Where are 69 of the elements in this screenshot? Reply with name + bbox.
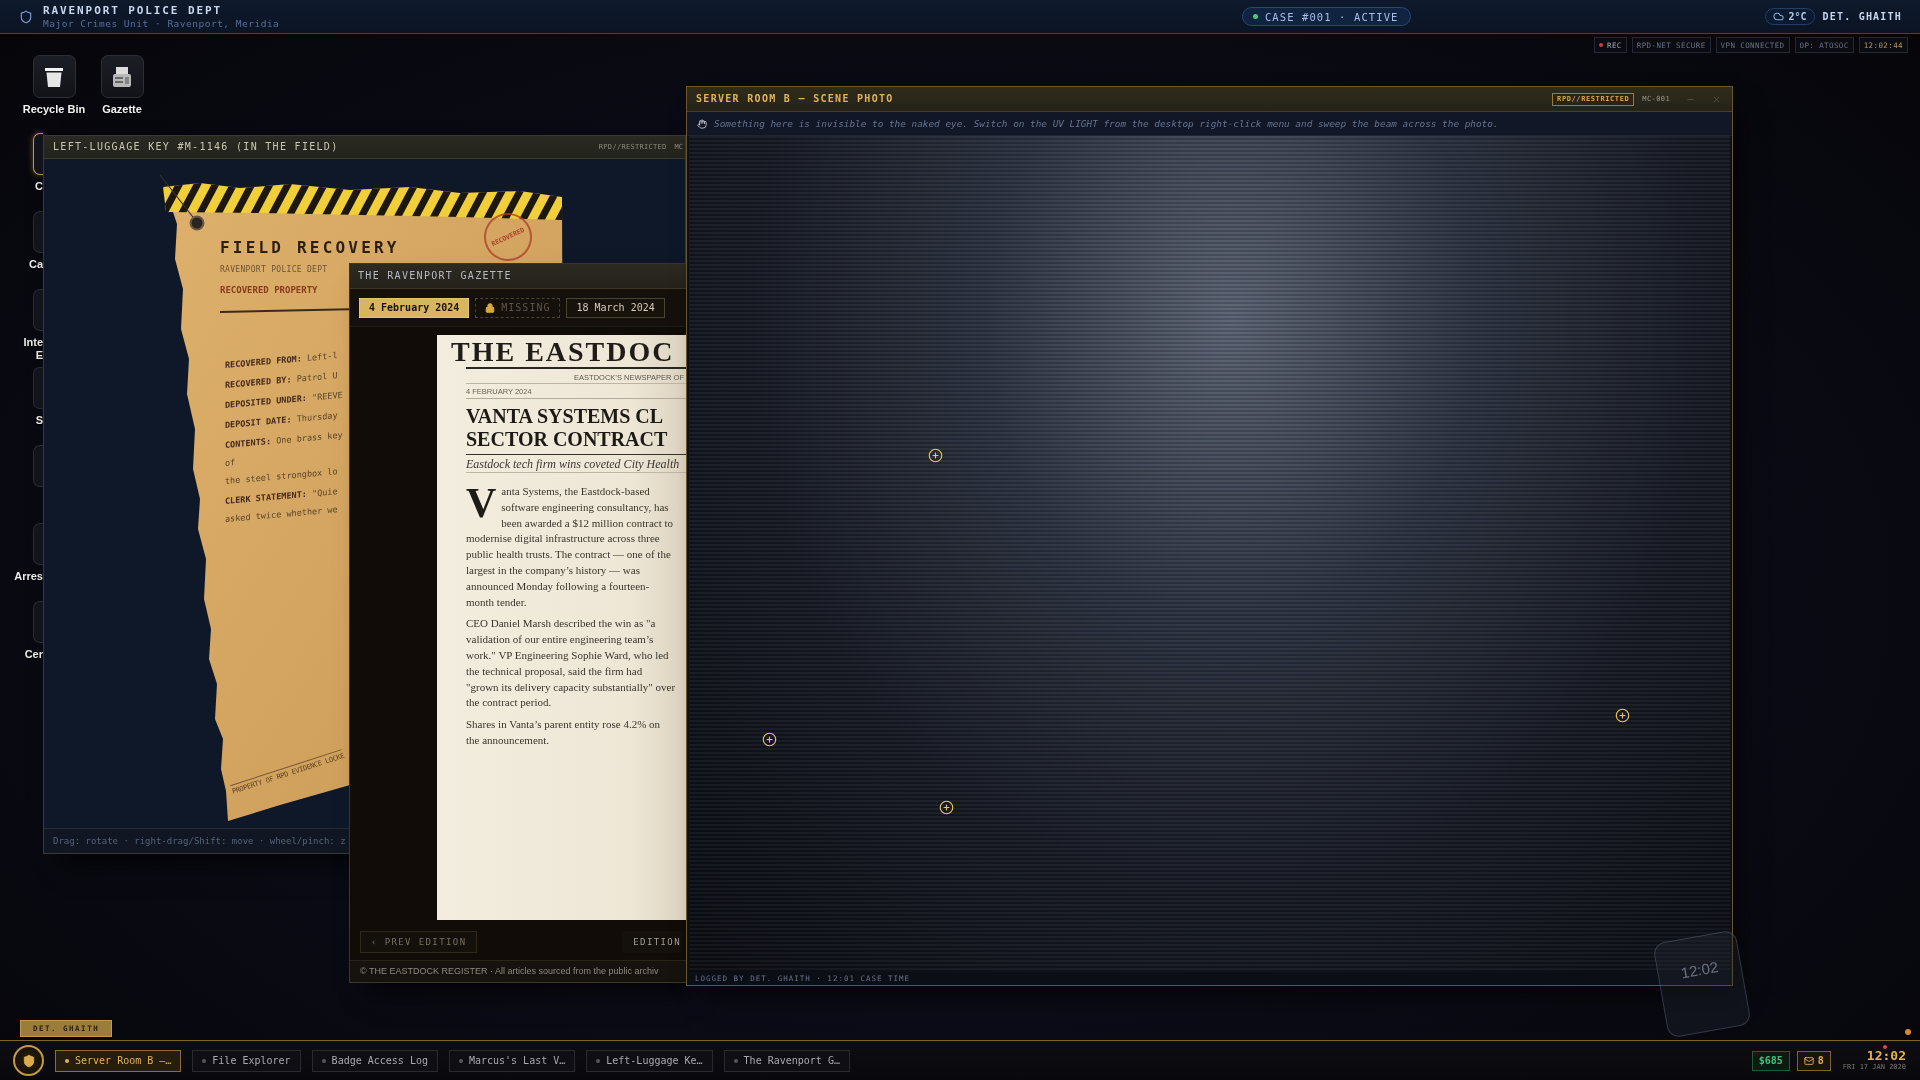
standfirst: Eastdock tech firm wins coveted City Health — [466, 456, 680, 472]
balance-chip: $685 — [1751, 1050, 1790, 1071]
desktop-icon-label: S — [35, 414, 43, 427]
status-dot-icon — [733, 1058, 738, 1063]
close-icon — [1711, 94, 1721, 104]
badge-icon — [21, 1053, 36, 1068]
taskbar-button[interactable]: Left-Luggage Ke… — [586, 1049, 713, 1072]
shield-icon — [19, 9, 33, 24]
taskbar-button[interactable]: File Explorer — [192, 1049, 301, 1072]
messages-button[interactable]: 8 — [1796, 1050, 1831, 1071]
credit-text: © THE EASTDOCK REGISTER · All articles sourced from the public archiv — [360, 966, 659, 977]
lock-icon — [485, 302, 496, 313]
issuer-text: RAVENPORT POLICE DEPT — [220, 265, 328, 275]
article-paragraph: Shares in Vanta’s parent entity rose 4.2% on the announcement. — [466, 717, 662, 748]
section-label: RECOVERED PROPERTY — [220, 285, 318, 296]
field-text: RECOVERED BY: Patrol U — [225, 369, 339, 391]
edition-nav-button[interactable]: EDITION — [622, 931, 682, 953]
printer-icon[interactable] — [100, 55, 144, 98]
headline: VANTA SYSTEMS CL SECTOR CONTRACT — [466, 405, 669, 451]
hotspot-marker-icon[interactable] — [1615, 708, 1630, 723]
app-tile-icon[interactable] — [33, 133, 43, 175]
desktop-icon-label: Recycle Bin — [22, 102, 86, 116]
desktop-icon-label: Gazette — [102, 102, 142, 116]
hotspot-marker-icon[interactable] — [762, 732, 777, 747]
field-text: DEPOSITED UNDER: "REEVE — [225, 388, 343, 412]
taskbar-button[interactable]: Marcus's Last V… — [448, 1049, 576, 1072]
desktop-icon-label: Cer — [24, 648, 43, 661]
taskbar-button[interactable]: Server Room B —… — [55, 1049, 182, 1072]
recording-dot-icon — [1599, 43, 1604, 47]
window-title: LEFT-LUGGAGE KEY #M-1146 (IN THE FIELD) — [53, 141, 339, 153]
mail-icon — [1803, 1055, 1814, 1066]
trash-bin-icon[interactable] — [32, 55, 76, 98]
taskbar-button[interactable]: The Ravenport G… — [723, 1049, 850, 1072]
hint-text: Something here is invisible to the naked eye. Switch on the UV LIGHT from the desktop right-click menu and sweep the beam across the photo. — [714, 118, 1499, 129]
masthead: THE EASTDOC — [451, 337, 676, 367]
tag-heading: FIELD RECOVERY — [220, 239, 400, 257]
status-dot-icon — [65, 1058, 69, 1063]
status-dot-icon — [202, 1058, 207, 1063]
desktop-icon-label: Inte E — [23, 336, 43, 362]
status-dot-icon — [1905, 1029, 1911, 1035]
field-text: RECOVERED FROM: Left-l — [225, 349, 339, 372]
cloud-icon — [1772, 11, 1784, 22]
start-button[interactable] — [13, 1045, 44, 1076]
article-paragraph: CEO Daniel Marsh described the win as "a validation of our entire engineering team’s work." VP Engineering Sophie Ward, who led the technical proposal, said the firm had "grown its delivery capacity substantially" over the contract period. — [466, 616, 676, 711]
desktop-icon-label: Arres — [14, 570, 43, 583]
edition-tab[interactable]: 18 March 2024 — [566, 297, 665, 318]
case-status-text: CASE #001 · ACTIVE — [1264, 10, 1399, 23]
edition-tab[interactable]: 4 February 2024 — [359, 297, 470, 318]
hint-text: Drag: rotate · right-drag/Shift: move · wheel/pinch: z — [53, 835, 346, 847]
status-dot-icon — [458, 1058, 463, 1063]
taskbar-button[interactable]: Badge Access Log — [311, 1049, 438, 1072]
hotspot-marker-icon[interactable] — [928, 448, 943, 463]
user-name: DET. GHAITH — [1822, 10, 1902, 23]
hotspot-marker-icon[interactable] — [939, 800, 954, 815]
status-dot-icon — [596, 1058, 601, 1063]
phone-clock-text: 12:02 — [1679, 958, 1720, 982]
app-title: RAVENPORT POLICE DEPT — [43, 4, 223, 17]
field-text: asked twice whether we — [225, 504, 339, 526]
status-dot-icon — [321, 1058, 326, 1063]
window-title: SERVER ROOM B — SCENE PHOTO — [696, 93, 894, 105]
hand-icon — [697, 118, 707, 129]
desktop-icon-label: C — [35, 180, 43, 193]
temperature-text: 2°C — [1788, 10, 1807, 23]
field-text: CLERK STATEMENT: "Quie — [225, 485, 339, 507]
eyelet-icon — [159, 174, 205, 231]
window-title: THE RAVENPORT GAZETTE — [358, 270, 512, 282]
clock-time: 12:02 — [1866, 1049, 1906, 1063]
app-subtitle: Major Crimes Unit · Ravenport, Meridia — [43, 18, 280, 29]
desktop-icon-label: Ca — [28, 258, 43, 271]
